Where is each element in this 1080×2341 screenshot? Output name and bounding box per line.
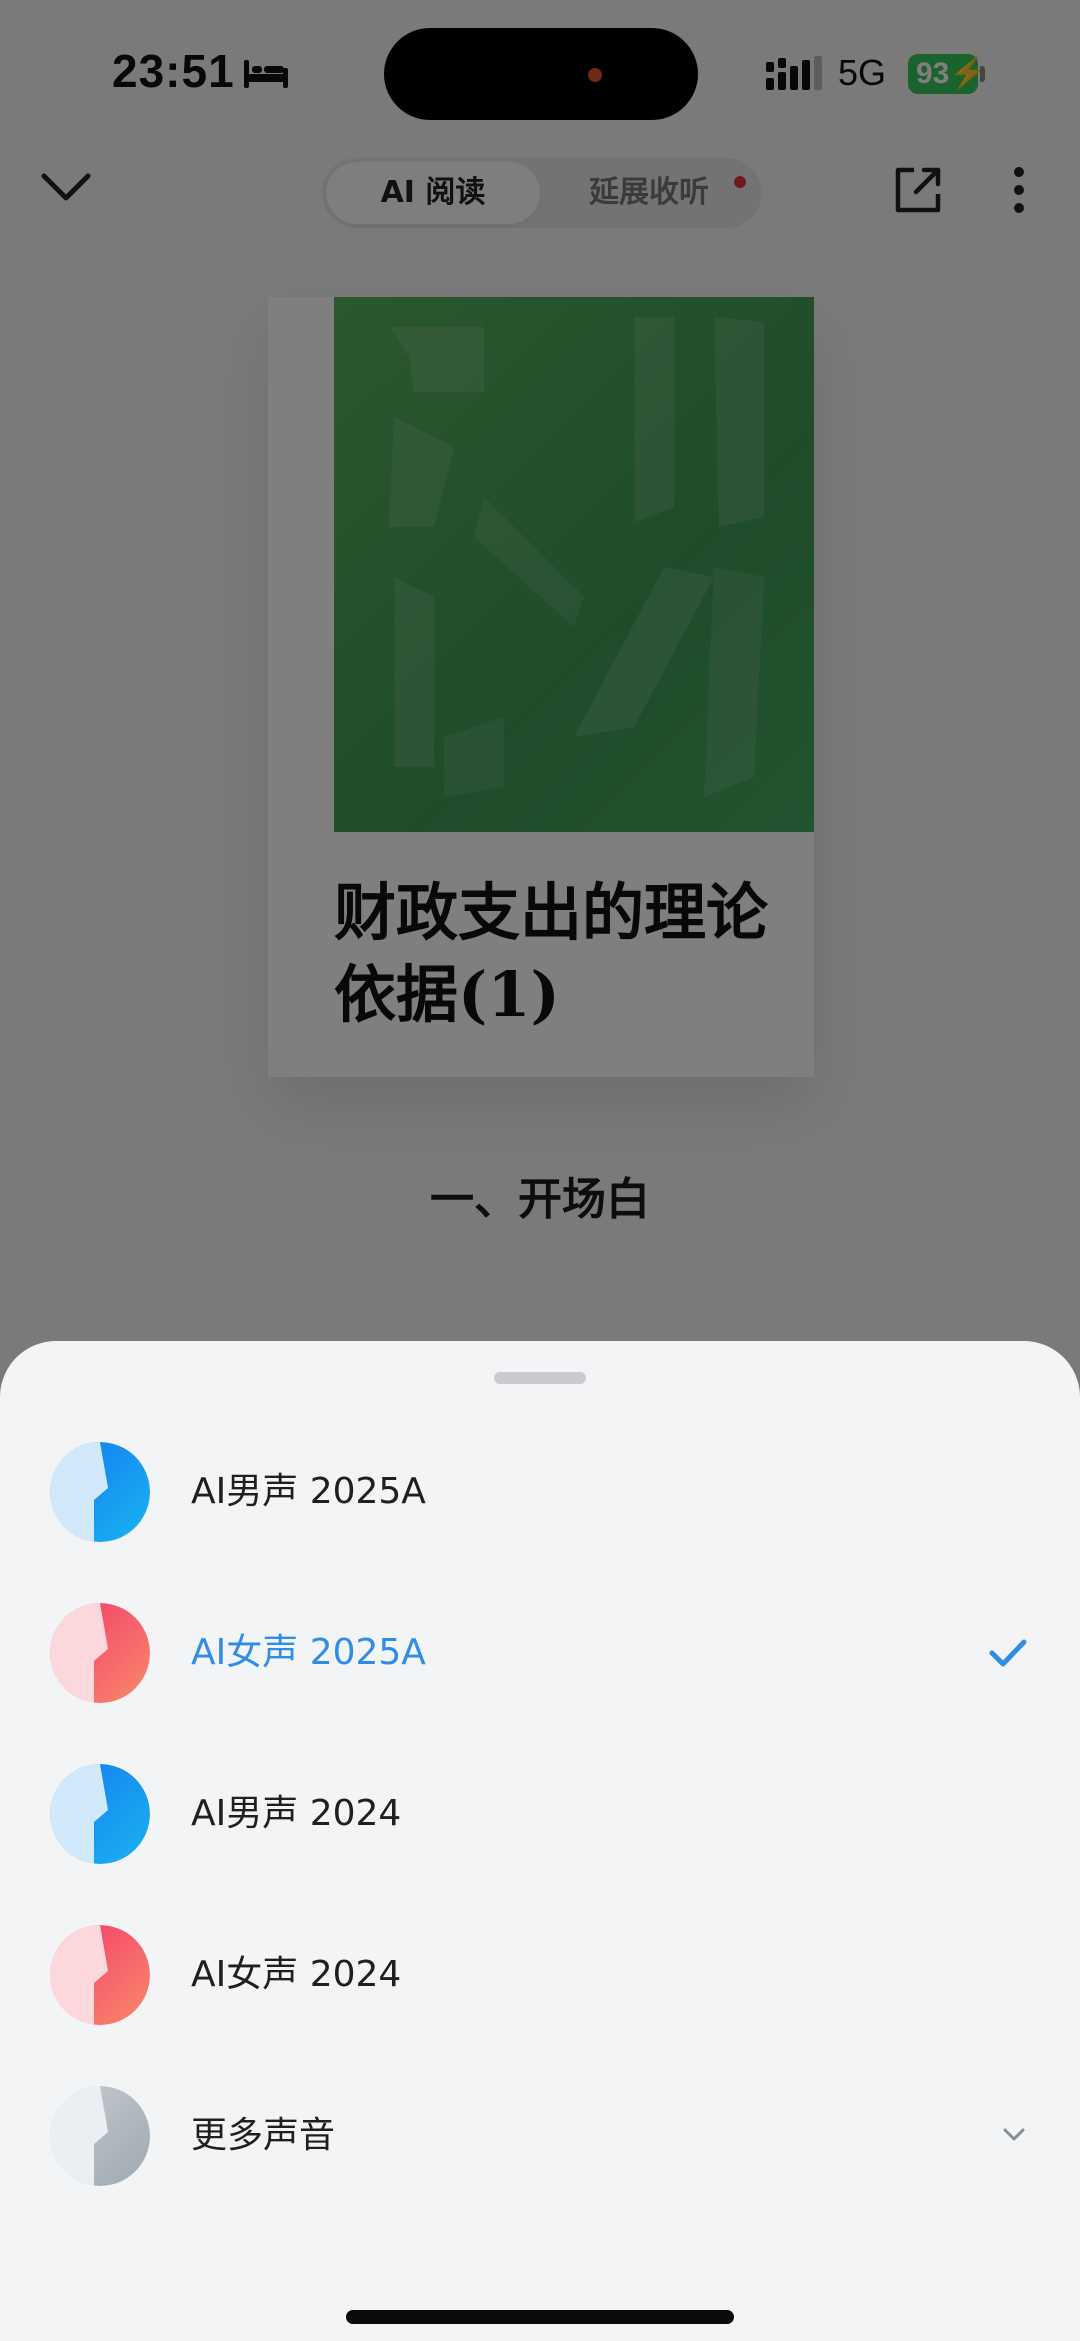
voice-option-male-2024[interactable]: AI男声 2024 <box>0 1734 1080 1894</box>
voice-option-female-2024[interactable]: AI女声 2024 <box>0 1895 1080 2055</box>
voice-option-female-2025a[interactable]: AI女声 2025A <box>0 1573 1080 1733</box>
male-voice-avatar-icon <box>50 1764 150 1864</box>
voice-label: AI男声 2025A <box>191 1471 426 1512</box>
voice-option-male-2025a[interactable]: AI男声 2025A <box>0 1412 1080 1572</box>
voice-label: AI男声 2024 <box>191 1793 402 1834</box>
female-voice-avatar-icon <box>50 1603 150 1703</box>
more-voices-avatar-icon <box>50 2086 150 2186</box>
sheet-drag-handle[interactable] <box>494 1372 586 1384</box>
screen: 23:51 5G 93⚡ AI 阅读 延 <box>0 0 1080 2341</box>
more-voices-option[interactable]: 更多声音 <box>0 2056 1080 2216</box>
checkmark-icon <box>989 1639 1027 1667</box>
chevron-down-icon[interactable] <box>1000 2120 1028 2148</box>
female-voice-avatar-icon <box>50 1925 150 2025</box>
voice-label: AI女声 2025A <box>191 1632 426 1673</box>
voice-label: 更多声音 <box>191 2115 336 2156</box>
male-voice-avatar-icon <box>50 1442 150 1542</box>
voice-label: AI女声 2024 <box>191 1954 402 1995</box>
home-indicator <box>346 2310 734 2324</box>
